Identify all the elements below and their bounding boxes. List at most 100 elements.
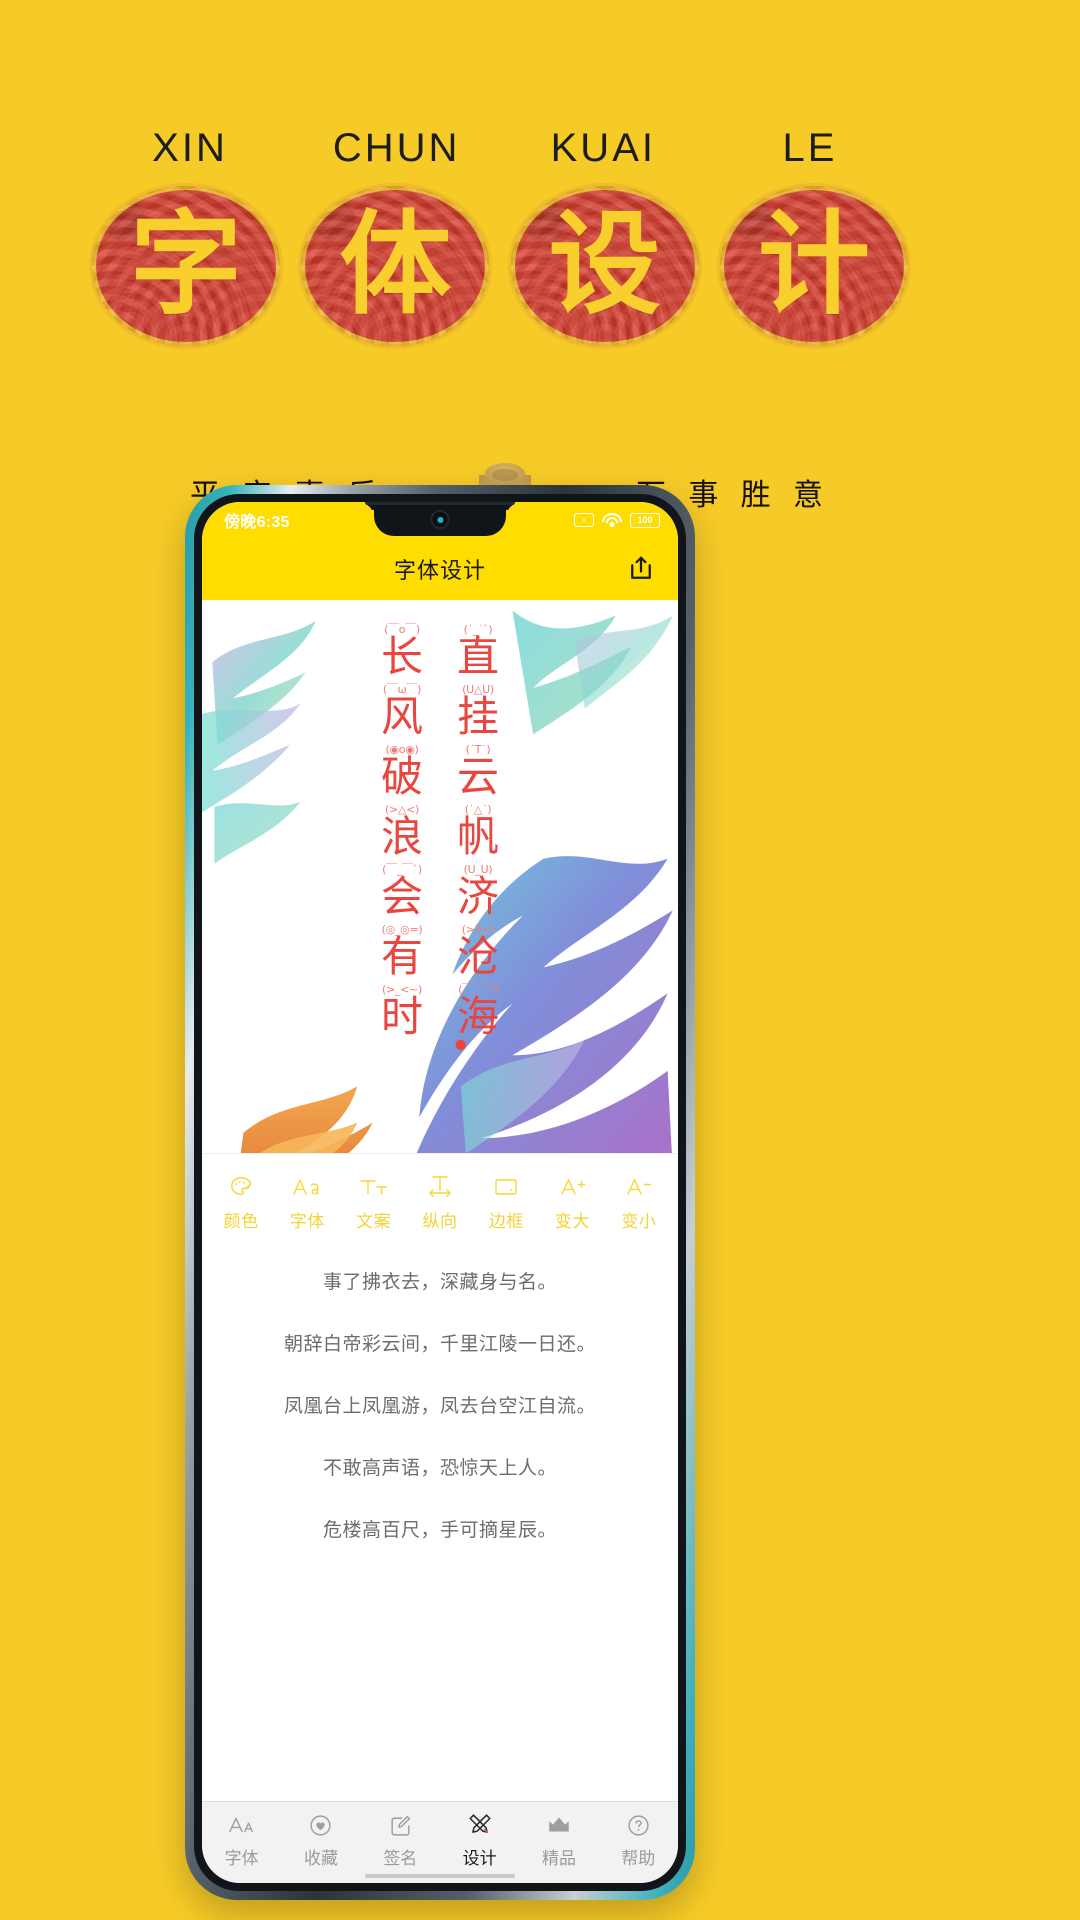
poem-char: 沧	[457, 932, 500, 980]
toolbar-item-decrease[interactable]: 变小	[609, 1172, 669, 1232]
poem-char: 会	[380, 872, 423, 920]
editor-toolbar: 颜色 字体 文案 纵向 边框 变大 变小	[202, 1153, 678, 1249]
nav-item-design[interactable]: 设计	[444, 1810, 516, 1869]
share-export-icon[interactable]	[626, 554, 656, 584]
nav-item-font[interactable]: 字体	[206, 1810, 278, 1869]
nav-label: 帮助	[621, 1849, 656, 1868]
nav-item-favorites[interactable]: 收藏	[285, 1810, 357, 1869]
toolbar-item-font[interactable]: 字体	[277, 1172, 337, 1232]
poem-list[interactable]: 事了拂衣去，深藏身与名。 朝辞白帝彩云间，千里江陵一日还。 凤凰台上凤凰游，凤去…	[202, 1249, 678, 1801]
poem-columns: (￣o￣) 长 (￣ω￣) 风 (◉o◉) 破 (>△<) 浪 (￣_￣`) 会 (◎_◎…	[202, 623, 678, 1041]
orientation-vertical-icon	[426, 1172, 454, 1202]
poem-cell: (◉o◉) 破	[380, 743, 423, 800]
wifi-icon	[602, 513, 622, 527]
nav-label: 精品	[541, 1849, 576, 1868]
toolbar-label: 文案	[356, 1211, 392, 1231]
list-item[interactable]: 朝辞白帝彩云间，千里江陵一日还。	[202, 1311, 678, 1373]
poem-cell: (￣o￣) 长	[380, 623, 423, 681]
nav-item-premium[interactable]: 精品	[523, 1810, 595, 1869]
poem-char: 破	[380, 752, 423, 800]
phone-bezel: 傍晚6:35 × 100 字体设计 (￣o￣) 长 (￣ω￣) 风 (◉o◉) …	[194, 494, 686, 1891]
poem-char: 云	[457, 752, 500, 800]
signal-off-icon: ×	[574, 513, 594, 527]
poster-background: XIN CHUN KUAI LE 字 体 设 计 平 安 喜 乐 万 事 胜 意	[0, 0, 1080, 530]
nav-label: 收藏	[303, 1849, 338, 1868]
page-title: 字体设计	[393, 558, 486, 583]
list-item[interactable]: 不敢高声语，恐惊天上人。	[202, 1435, 678, 1497]
poem-char: 风	[380, 693, 423, 741]
poem-char: 济	[457, 872, 500, 920]
poem-cell: (˙T˙) 云	[457, 743, 500, 800]
pinyin-le: LE	[782, 126, 838, 170]
toolbar-label: 边框	[488, 1211, 524, 1231]
pinyin-xin: XIN	[152, 126, 228, 170]
pinyin-chun: CHUN	[332, 126, 461, 170]
status-icons: × 100	[574, 512, 660, 528]
poem-column-left: (￣o￣) 长 (￣ω￣) 风 (◉o◉) 破 (>△<) 浪 (￣_￣`) 会 (◎_◎…	[380, 623, 423, 1041]
seal-char-ti: 体	[339, 204, 452, 328]
help-question-icon	[626, 1810, 651, 1840]
poem-cell: (￣_￣*) 海	[457, 983, 500, 1040]
poem-cell: (>△<) 浪	[380, 803, 423, 860]
front-camera-icon	[430, 510, 450, 529]
poem-char: 挂	[457, 693, 500, 741]
font-increase-icon	[559, 1172, 587, 1202]
text-size-icon	[359, 1172, 389, 1202]
status-time: 傍晚6:35	[224, 514, 290, 531]
poem-char: 长	[380, 633, 423, 681]
font-aa-icon	[228, 1810, 256, 1840]
signature-pen-icon	[388, 1810, 413, 1840]
heart-circle-icon	[308, 1810, 333, 1840]
poem-cell: (>_<~) 时	[380, 983, 423, 1040]
poem-char: 直	[457, 633, 500, 681]
pinyin-kuai: KUAI	[550, 126, 656, 170]
toolbar-item-color[interactable]: 颜色	[211, 1172, 271, 1232]
crown-icon	[546, 1810, 572, 1840]
seal-ti: 体	[301, 186, 490, 346]
palette-icon	[228, 1172, 254, 1202]
app-header: 字体设计	[202, 538, 678, 600]
font-decrease-icon	[625, 1172, 653, 1202]
poem-char: 海	[457, 992, 500, 1040]
list-item[interactable]: 凤凰台上凤凰游，凤去台空江自流。	[202, 1373, 678, 1435]
nav-item-signature[interactable]: 签名	[364, 1810, 436, 1869]
seal-zi: 字	[92, 186, 280, 346]
poem-cell: (◎_◎=) 有	[381, 923, 423, 979]
poem-char: 时	[380, 992, 423, 1040]
toolbar-item-text[interactable]: 文案	[344, 1172, 404, 1232]
phone-screen: 傍晚6:35 × 100 字体设计 (￣o￣) 长 (￣ω￣) 风 (◉o◉) …	[202, 502, 678, 1883]
poem-char: 浪	[380, 812, 423, 860]
nav-label: 字体	[224, 1849, 259, 1868]
toolbar-label: 变小	[621, 1211, 657, 1231]
battery-icon: 100	[630, 512, 660, 528]
phone-frame: 傍晚6:35 × 100 字体设计 (￣o￣) 长 (￣ω￣) 风 (◉o◉) …	[185, 485, 695, 1900]
nav-label: 签名	[383, 1849, 418, 1868]
toolbar-item-increase[interactable]: 变大	[543, 1172, 603, 1232]
home-indicator	[365, 1874, 515, 1878]
toolbar-item-border[interactable]: 边框	[476, 1172, 536, 1232]
toolbar-label: 颜色	[223, 1211, 259, 1231]
poem-column-right: (˙_˙`) 直 (U△U) 挂 (˙T˙) 云 (˙△˙) 帆 (U_U) 济 (>3<…	[457, 623, 500, 1041]
seal-ji: 计	[719, 186, 908, 346]
toolbar-item-orientation[interactable]: 纵向	[410, 1172, 470, 1232]
toolbar-label: 字体	[289, 1211, 325, 1231]
seal-char-she: 设	[548, 204, 661, 328]
poem-cell: (￣ω￣) 风	[380, 683, 423, 741]
toolbar-label: 纵向	[422, 1211, 458, 1231]
font-aa-icon	[292, 1172, 322, 1202]
list-item[interactable]: 危楼高百尺，手可摘星辰。	[202, 1497, 678, 1559]
toolbar-label: 变大	[555, 1211, 591, 1231]
design-pencils-icon	[467, 1810, 493, 1840]
seal-char-zi: 字	[130, 204, 242, 328]
seal-char-ji: 计	[757, 204, 870, 328]
nav-item-help[interactable]: 帮助	[602, 1810, 674, 1869]
list-item[interactable]: 事了拂衣去，深藏身与名。	[202, 1249, 678, 1311]
seal-row: 字 体 设 计	[92, 186, 908, 346]
poem-cell: (￣_￣`) 会	[380, 863, 423, 920]
seal-she: 设	[510, 186, 699, 346]
poem-cell: (˙△˙) 帆	[457, 803, 499, 859]
design-canvas[interactable]: (￣o￣) 长 (￣ω￣) 风 (◉o◉) 破 (>△<) 浪 (￣_￣`) 会 (◎_◎…	[202, 600, 678, 1153]
bottom-navigation: 字体 收藏 签名 设计 精品 帮助	[202, 1801, 678, 1883]
pinyin-row: XIN CHUN KUAI LE	[90, 126, 910, 171]
poem-cell: (>3<) 沧	[457, 923, 500, 980]
